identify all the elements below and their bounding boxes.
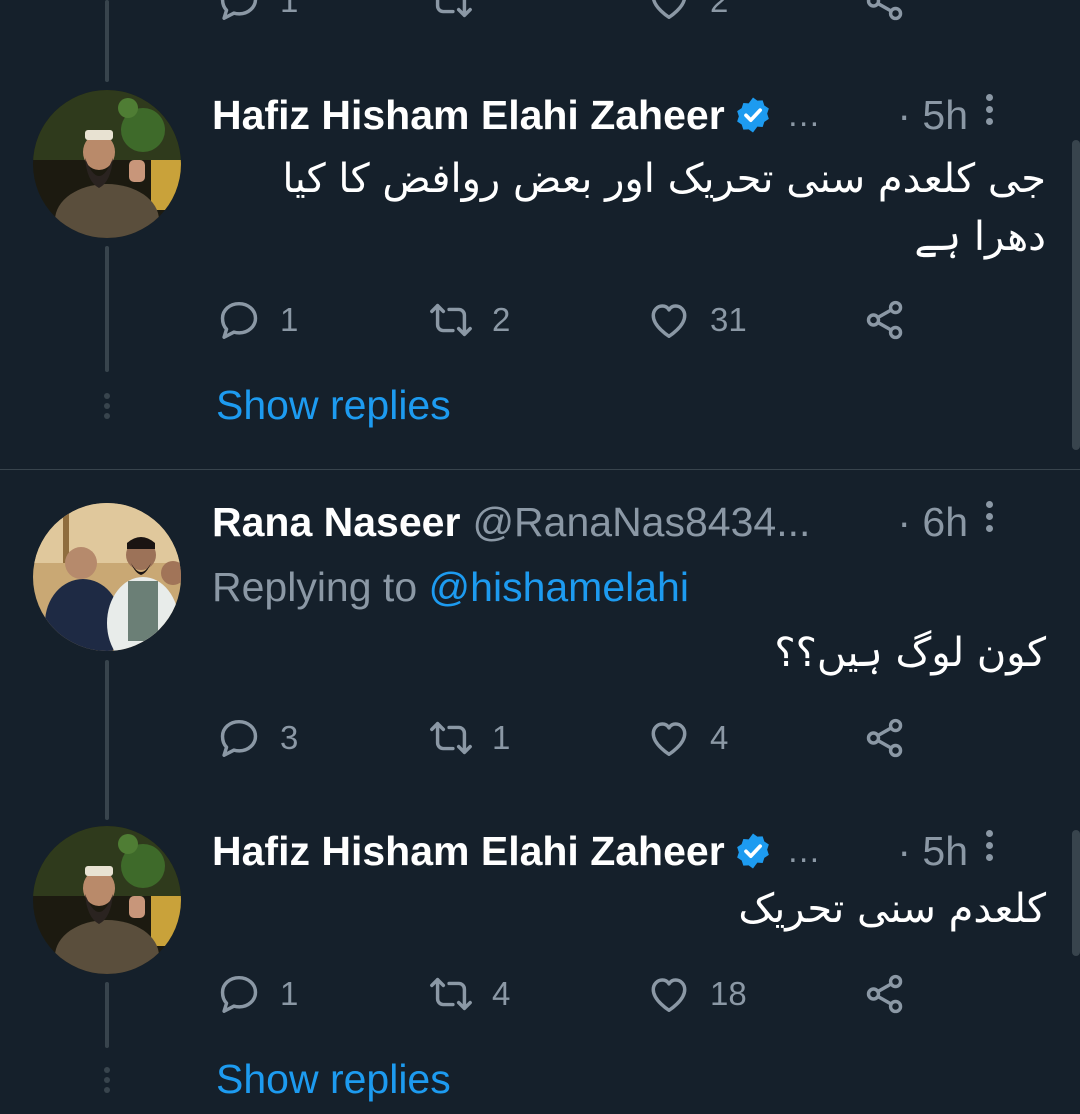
reply-count: 1 bbox=[280, 301, 299, 338]
reply-icon bbox=[216, 715, 262, 761]
more-icon[interactable] bbox=[986, 501, 994, 537]
thread-dots bbox=[102, 1067, 112, 1097]
thread-dots bbox=[102, 393, 112, 423]
retweet-button[interactable]: 2 bbox=[428, 297, 510, 343]
timestamp[interactable]: · 6h bbox=[897, 499, 968, 546]
reply-button[interactable]: 1 bbox=[216, 0, 298, 24]
retweet-button[interactable]: 1 bbox=[428, 715, 510, 761]
like-button[interactable]: 31 bbox=[646, 297, 747, 343]
retweet-button[interactable]: 4 bbox=[428, 971, 510, 1017]
avatar[interactable] bbox=[33, 826, 181, 974]
like-button[interactable]: 4 bbox=[646, 715, 728, 761]
reply-icon bbox=[216, 0, 262, 24]
retweet-count: 4 bbox=[492, 975, 511, 1012]
like-count: 31 bbox=[710, 301, 747, 338]
scrollbar[interactable] bbox=[1072, 830, 1080, 956]
thread-line bbox=[105, 0, 109, 82]
tweet-text: جی کلعدم سنی تحریک اور بعض روافض کا کیا … bbox=[282, 156, 1046, 260]
timestamp[interactable]: · 5h bbox=[897, 92, 968, 139]
thread-line bbox=[105, 660, 109, 820]
avatar[interactable] bbox=[33, 90, 181, 238]
share-icon bbox=[862, 297, 908, 343]
show-replies-link[interactable]: Show replies bbox=[216, 1056, 451, 1103]
heart-icon bbox=[646, 297, 692, 343]
share-button[interactable] bbox=[862, 715, 908, 761]
handle: … bbox=[786, 95, 821, 134]
thread-line bbox=[105, 246, 109, 372]
share-button[interactable] bbox=[862, 297, 908, 343]
tweet-text: کلعدم سنی تحریک bbox=[738, 886, 1046, 932]
like-button[interactable]: 2 bbox=[646, 0, 728, 24]
reply-count: 1 bbox=[280, 0, 299, 19]
handle: … bbox=[786, 831, 821, 870]
avatar[interactable] bbox=[33, 503, 181, 651]
show-replies-link[interactable]: Show replies bbox=[216, 382, 451, 429]
scrollbar[interactable] bbox=[1072, 140, 1080, 450]
heart-icon bbox=[646, 715, 692, 761]
reply-button[interactable]: 1 bbox=[216, 971, 298, 1017]
share-button[interactable] bbox=[862, 971, 908, 1017]
tweet-text: کون لوگ ہیں؟؟ bbox=[774, 630, 1046, 676]
reply-icon bbox=[216, 971, 262, 1017]
reply-button[interactable]: 1 bbox=[216, 297, 298, 343]
retweet-count: 1 bbox=[492, 719, 511, 756]
replying-to-label: Replying to bbox=[212, 564, 418, 610]
share-button[interactable] bbox=[862, 0, 908, 24]
like-count: 2 bbox=[710, 0, 729, 19]
reply-count: 3 bbox=[280, 719, 299, 756]
timestamp[interactable]: · 5h bbox=[897, 828, 968, 875]
share-icon bbox=[862, 971, 908, 1017]
tweet-header: Hafiz Hisham Elahi Zaheer … · 5h bbox=[212, 826, 1040, 876]
tweet-header: Hafiz Hisham Elahi Zaheer … · 5h bbox=[212, 90, 1040, 140]
retweet-icon bbox=[428, 715, 474, 761]
thread-line bbox=[105, 982, 109, 1048]
more-icon[interactable] bbox=[986, 830, 994, 866]
display-name[interactable]: Rana Naseer bbox=[212, 499, 460, 546]
replying-to: Replying to @hishamelahi bbox=[212, 564, 689, 611]
heart-icon bbox=[646, 971, 692, 1017]
retweet-icon bbox=[428, 297, 474, 343]
like-button[interactable]: 18 bbox=[646, 971, 747, 1017]
verified-badge-icon bbox=[733, 95, 773, 135]
share-icon bbox=[862, 715, 908, 761]
divider bbox=[0, 469, 1080, 470]
verified-badge-icon bbox=[733, 831, 773, 871]
handle: @RanaNas8434... bbox=[472, 498, 811, 545]
retweet-button[interactable] bbox=[428, 0, 474, 24]
heart-icon bbox=[646, 0, 692, 24]
mention-link[interactable]: @hishamelahi bbox=[429, 564, 689, 610]
reply-icon bbox=[216, 297, 262, 343]
tweet-header: Rana Naseer @RanaNas8434... · 6h bbox=[212, 497, 1040, 547]
retweet-count: 2 bbox=[492, 301, 511, 338]
share-icon bbox=[862, 0, 908, 24]
reply-count: 1 bbox=[280, 975, 299, 1012]
display-name[interactable]: Hafiz Hisham Elahi Zaheer bbox=[212, 92, 725, 139]
reply-button[interactable]: 3 bbox=[216, 715, 298, 761]
retweet-icon bbox=[428, 0, 474, 24]
more-icon[interactable] bbox=[986, 94, 994, 130]
retweet-icon bbox=[428, 971, 474, 1017]
like-count: 18 bbox=[710, 975, 747, 1012]
like-count: 4 bbox=[710, 719, 729, 756]
display-name[interactable]: Hafiz Hisham Elahi Zaheer bbox=[212, 828, 725, 875]
